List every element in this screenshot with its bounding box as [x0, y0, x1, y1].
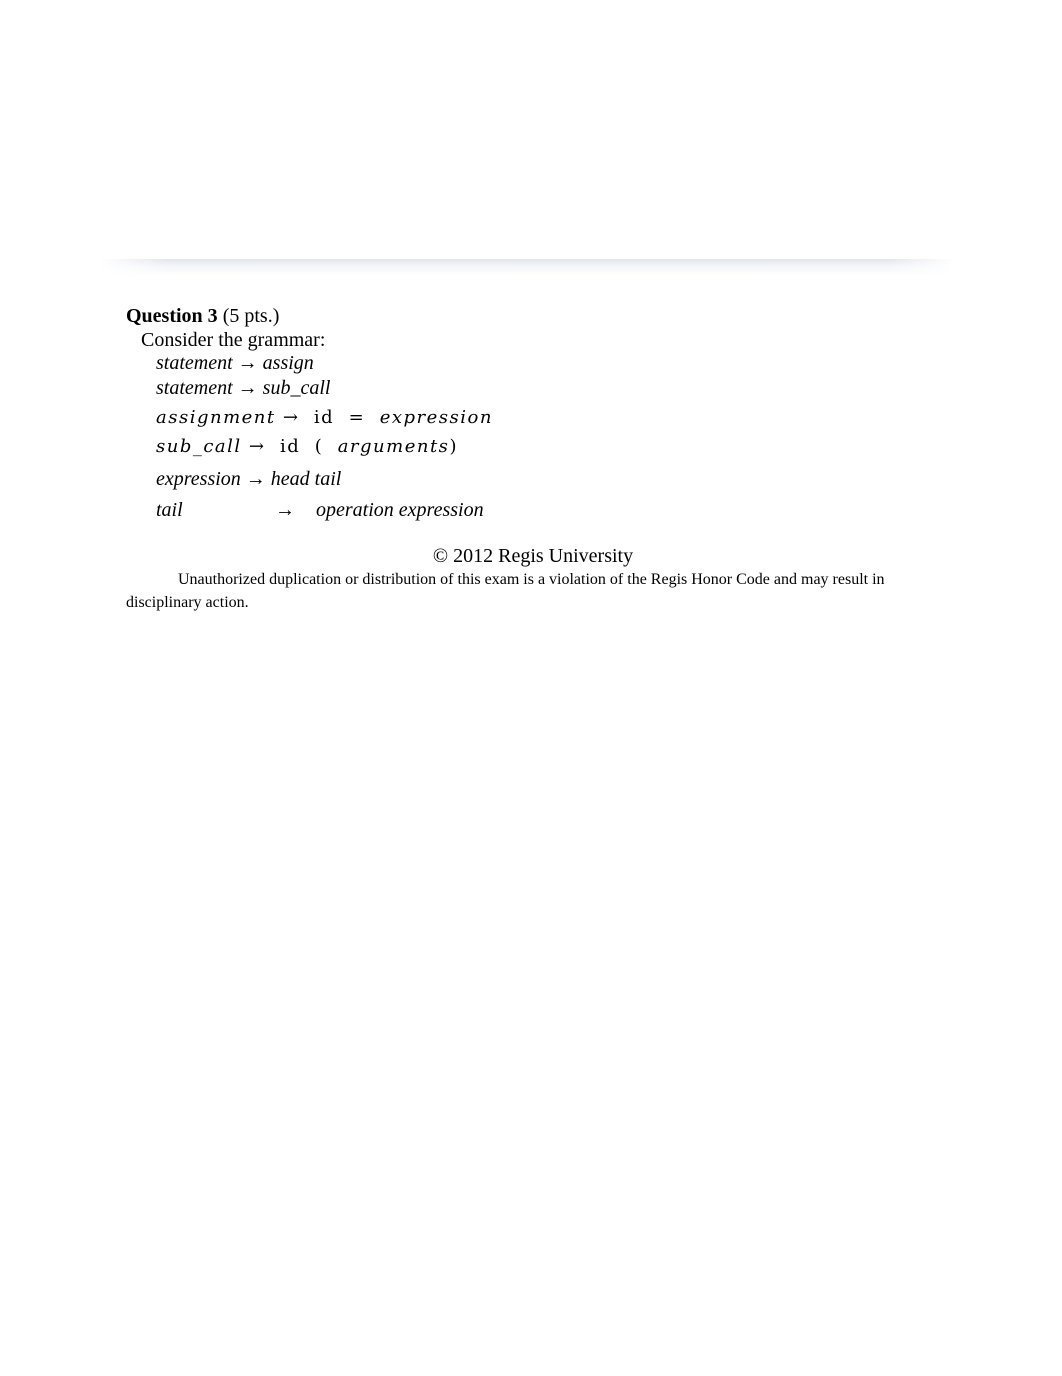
rule-lhs: assignment	[156, 407, 276, 428]
rule-terminal: )	[449, 436, 458, 457]
arrow-icon: →	[282, 407, 300, 428]
rule-terminal: =	[348, 407, 366, 428]
question-intro: Consider the grammar:	[141, 329, 326, 351]
rule-lhs: sub_call	[156, 436, 242, 457]
question-section: Question 3 (5 pts.) Consider the grammar…	[126, 304, 926, 611]
honor-code-notice: Unauthorized duplication or distribution…	[126, 571, 885, 611]
rule-lhs: tail	[156, 499, 183, 521]
grammar-rule: statement → assign	[156, 352, 314, 375]
rule-rhs: assign	[262, 352, 314, 374]
grammar-rule: assignment → id = expression	[156, 407, 493, 428]
rule-lhs: expression	[156, 468, 241, 490]
rule-terminal: id	[313, 407, 335, 428]
rule-terminal: (	[314, 436, 324, 457]
grammar-rule: tail → operation expression	[156, 499, 484, 522]
question-points: (5 pts.)	[222, 305, 280, 327]
rule-lhs: statement	[156, 352, 233, 374]
arrow-icon: →	[237, 352, 258, 374]
grammar-rule: statement → sub_call	[156, 377, 330, 400]
rule-rhs: expression	[379, 407, 493, 428]
arrow-icon: →	[237, 377, 258, 399]
rule-lhs: statement	[156, 377, 233, 399]
copyright: © 2012 Regis University	[432, 545, 634, 567]
rule-rhs: head tail	[270, 468, 342, 490]
rule-rhs: sub_call	[262, 377, 331, 399]
question-heading: Question 3 (5 pts.)	[126, 304, 926, 328]
arrow-icon: →	[248, 436, 266, 457]
rule-terminal: id	[279, 436, 301, 457]
rule-rhs: arguments	[337, 436, 450, 457]
grammar-rule: sub_call → id ( arguments)	[156, 436, 458, 457]
rule-rhs: operation expression	[316, 499, 484, 521]
page-break-shadow	[100, 259, 955, 281]
arrow-icon: →	[245, 468, 266, 490]
arrow-icon: →	[275, 499, 295, 521]
grammar-rule: expression → head tail	[156, 468, 341, 491]
question-title: Question 3	[126, 305, 218, 327]
